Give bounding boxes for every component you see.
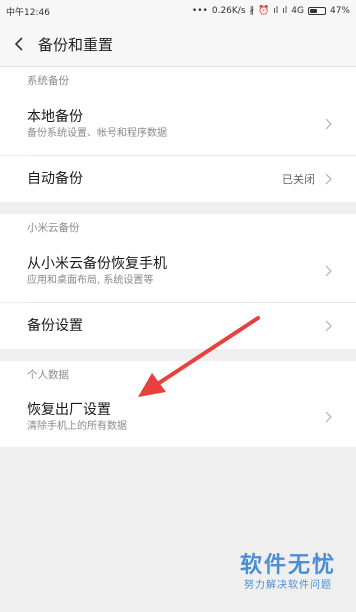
status-time: 中午12:46	[6, 7, 50, 18]
auto-backup-title: 自动备份	[27, 171, 83, 187]
dots-icon: •••	[191, 6, 208, 16]
local-backup-item[interactable]: 本地备份 备份系统设置、帐号和程序数据	[0, 93, 356, 155]
back-button[interactable]	[0, 22, 38, 66]
backup-settings-item[interactable]: 备份设置	[0, 303, 356, 349]
signal-icon: ıl	[273, 6, 279, 16]
cloud-restore-text: 从小米云备份恢复手机 应用和桌面布局, 系统设置等	[27, 255, 167, 287]
chevron-right-icon	[325, 118, 332, 130]
back-icon	[14, 37, 23, 51]
status-bar: 中午12:46 ••• 0.26K/s ∦ ⏰ ıl ıl 4G 47%	[0, 0, 356, 22]
section-label-personal: 个人数据	[0, 361, 356, 387]
watermark-logo: 软件无忧 努力解决软件问题	[226, 553, 350, 593]
auto-backup-value: 已关闭	[282, 173, 315, 186]
signal-icon-2: ıl	[282, 6, 288, 16]
factory-reset-subtitle: 清除手机上的所有数据	[27, 421, 127, 432]
network-speed: 0.26K/s	[211, 6, 246, 16]
network-type: 4G	[291, 6, 304, 16]
cloud-restore-item[interactable]: 从小米云备份恢复手机 应用和桌面布局, 系统设置等	[0, 240, 356, 302]
watermark-main: 软件无忧	[239, 553, 336, 578]
factory-reset-item[interactable]: 恢复出厂设置 清除手机上的所有数据	[0, 387, 356, 447]
section-gap	[0, 349, 356, 361]
page-title: 备份和重置	[38, 35, 114, 54]
battery-percent: 47%	[329, 6, 350, 16]
section-label-cloud: 小米云备份	[0, 214, 356, 240]
factory-reset-title: 恢复出厂设置	[27, 402, 111, 418]
chevron-right-icon	[325, 265, 332, 277]
watermark-sub: 努力解决软件问题	[244, 580, 332, 591]
local-backup-subtitle: 备份系统设置、帐号和程序数据	[27, 128, 167, 139]
auto-backup-right: 已关闭	[282, 171, 332, 187]
battery-fill	[309, 9, 317, 13]
alarm-icon: ⏰	[258, 6, 270, 16]
header: 备份和重置	[0, 22, 356, 66]
battery-icon	[307, 7, 326, 15]
auto-backup-item[interactable]: 自动备份 已关闭	[0, 156, 356, 202]
bluetooth-icon: ∦	[249, 6, 255, 16]
factory-reset-text: 恢复出厂设置 清除手机上的所有数据	[27, 401, 127, 433]
local-backup-title: 本地备份	[27, 109, 83, 125]
section-gap	[0, 202, 356, 214]
cloud-restore-subtitle: 应用和桌面布局, 系统设置等	[27, 275, 154, 286]
section-label-system: 系统备份	[0, 67, 356, 93]
chevron-right-icon	[325, 173, 332, 185]
chevron-right-icon	[325, 411, 332, 423]
cloud-restore-title: 从小米云备份恢复手机	[27, 256, 167, 272]
chevron-right-icon	[325, 320, 332, 332]
backup-settings-title: 备份设置	[27, 318, 83, 334]
status-right: ••• 0.26K/s ∦ ⏰ ıl ıl 4G 47%	[192, 6, 350, 16]
local-backup-text: 本地备份 备份系统设置、帐号和程序数据	[27, 108, 167, 140]
